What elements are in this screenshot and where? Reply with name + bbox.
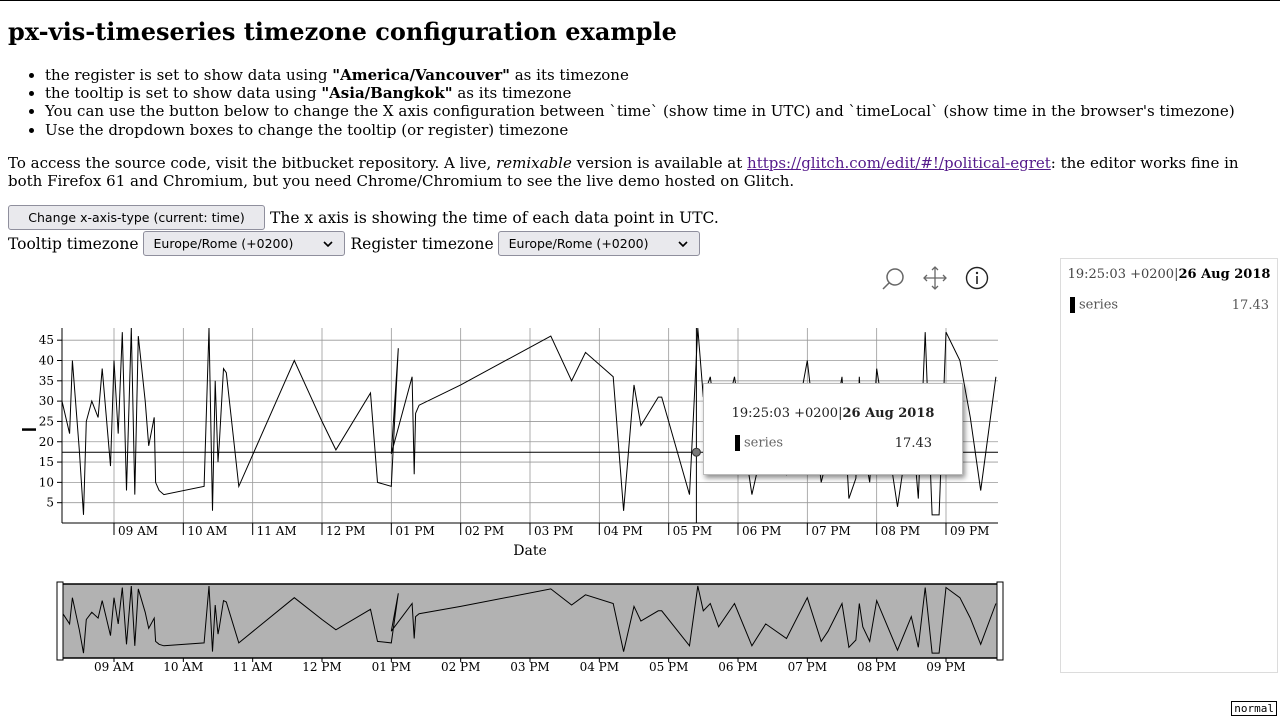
x-tick-label: 10 AM bbox=[187, 524, 227, 538]
chevron-down-icon bbox=[322, 240, 333, 247]
y-tick-label: 30 bbox=[39, 394, 54, 408]
x-tick-label: 12 PM bbox=[326, 524, 365, 538]
timezone-controls: Tooltip timezone Europe/Rome (+0200) Reg… bbox=[8, 231, 706, 256]
register-time: 19:25:03 +0200|26 Aug 2018 bbox=[1067, 267, 1271, 282]
y-tick-label: 25 bbox=[39, 414, 54, 428]
instructions-list: the register is set to show data using "… bbox=[28, 66, 1235, 139]
x-tick-label: 01 PM bbox=[395, 524, 434, 538]
series-color-swatch bbox=[735, 435, 740, 451]
tooltip-timezone-label: Tooltip timezone bbox=[8, 234, 139, 253]
navigator-x-tick-label: 12 PM bbox=[302, 660, 341, 674]
y-tick-label: 40 bbox=[39, 354, 54, 368]
navigator-background bbox=[59, 583, 1001, 659]
x-tick-label: 07 PM bbox=[811, 524, 850, 538]
navigator-x-tick-label: 10 AM bbox=[163, 660, 203, 674]
chevron-down-icon bbox=[678, 240, 688, 247]
navigator-x-tick-label: 07 PM bbox=[788, 660, 827, 674]
tooltip-timezone-select[interactable]: Europe/Rome (+0200) bbox=[142, 231, 345, 256]
register-timezone-label: Register timezone bbox=[350, 234, 494, 253]
x-tick-label: 02 PM bbox=[465, 524, 504, 538]
x-tick-label: 09 PM bbox=[950, 524, 989, 538]
navigator-x-tick-label: 02 PM bbox=[441, 660, 480, 674]
x-tick-label: 05 PM bbox=[673, 524, 712, 538]
register-timezone-select[interactable]: Europe/Rome (+0200) bbox=[497, 231, 700, 256]
crosshair-point bbox=[691, 447, 701, 457]
glitch-link[interactable]: https://glitch.com/edit/#!/political-egr… bbox=[747, 154, 1051, 172]
navigator-x-tick-label: 09 PM bbox=[926, 660, 965, 674]
instruction-item: Use the dropdown boxes to change the too… bbox=[45, 121, 1235, 139]
navigator-left-handle bbox=[56, 581, 64, 661]
navigator-x-tick-label: 11 AM bbox=[233, 660, 273, 674]
navigator-right-handle bbox=[996, 581, 1004, 661]
y-tick-label: 20 bbox=[39, 435, 54, 449]
x-tick-label: 11 AM bbox=[257, 524, 297, 538]
y-tick-label: 35 bbox=[39, 374, 54, 388]
x-tick-label: 04 PM bbox=[603, 524, 642, 538]
navigator-x-tick-label: 09 AM bbox=[94, 660, 134, 674]
instruction-item: You can use the button below to change t… bbox=[45, 102, 1235, 120]
x-tick-label: 03 PM bbox=[534, 524, 573, 538]
page-title: px-vis-timeseries timezone configuration… bbox=[8, 17, 677, 46]
register-panel: 19:25:03 +0200|26 Aug 2018 series 17.43 bbox=[1060, 258, 1278, 673]
tooltip-series-row: series 17.43 bbox=[735, 435, 932, 451]
y-tick-label: 45 bbox=[39, 333, 54, 347]
axis-status-text: The x axis is showing the time of each d… bbox=[270, 208, 719, 227]
x-axis-label: Date bbox=[513, 543, 546, 559]
register-series-value: 17.43 bbox=[1231, 297, 1269, 313]
y-tick-label: 10 bbox=[39, 475, 54, 489]
y-tick-label: 15 bbox=[39, 455, 54, 469]
navigator-x-tick-label: 06 PM bbox=[718, 660, 757, 674]
chart-tooltip: 19:25:03 +0200|26 Aug 2018 series 17.43 bbox=[703, 383, 963, 475]
instruction-item: the register is set to show data using "… bbox=[45, 66, 1235, 84]
register-series-row[interactable]: series 17.43 bbox=[1070, 297, 1269, 313]
navigator-x-tick-label: 03 PM bbox=[510, 660, 549, 674]
navigator-x-tick-label: 01 PM bbox=[372, 660, 411, 674]
tooltip-time: 19:25:03 +0200|26 Aug 2018 bbox=[731, 406, 935, 421]
source-paragraph: To access the source code, visit the bit… bbox=[8, 154, 1239, 190]
instruction-item: the tooltip is set to show data using "A… bbox=[45, 84, 1235, 102]
navigator-x-tick-label: 08 PM bbox=[857, 660, 896, 674]
x-tick-label: 06 PM bbox=[742, 524, 781, 538]
axis-controls: Change x-axis-type (current: time) The x… bbox=[8, 205, 719, 230]
x-tick-label: 08 PM bbox=[881, 524, 920, 538]
y-tick-label: 5 bbox=[46, 496, 54, 510]
change-x-axis-type-button[interactable]: Change x-axis-type (current: time) bbox=[8, 205, 265, 230]
status-badge: normal bbox=[1231, 701, 1277, 716]
x-tick-label: 09 AM bbox=[118, 524, 158, 538]
navigator-x-tick-label: 04 PM bbox=[580, 660, 619, 674]
series-color-swatch bbox=[1070, 297, 1075, 313]
navigator-x-tick-label: 05 PM bbox=[649, 660, 688, 674]
